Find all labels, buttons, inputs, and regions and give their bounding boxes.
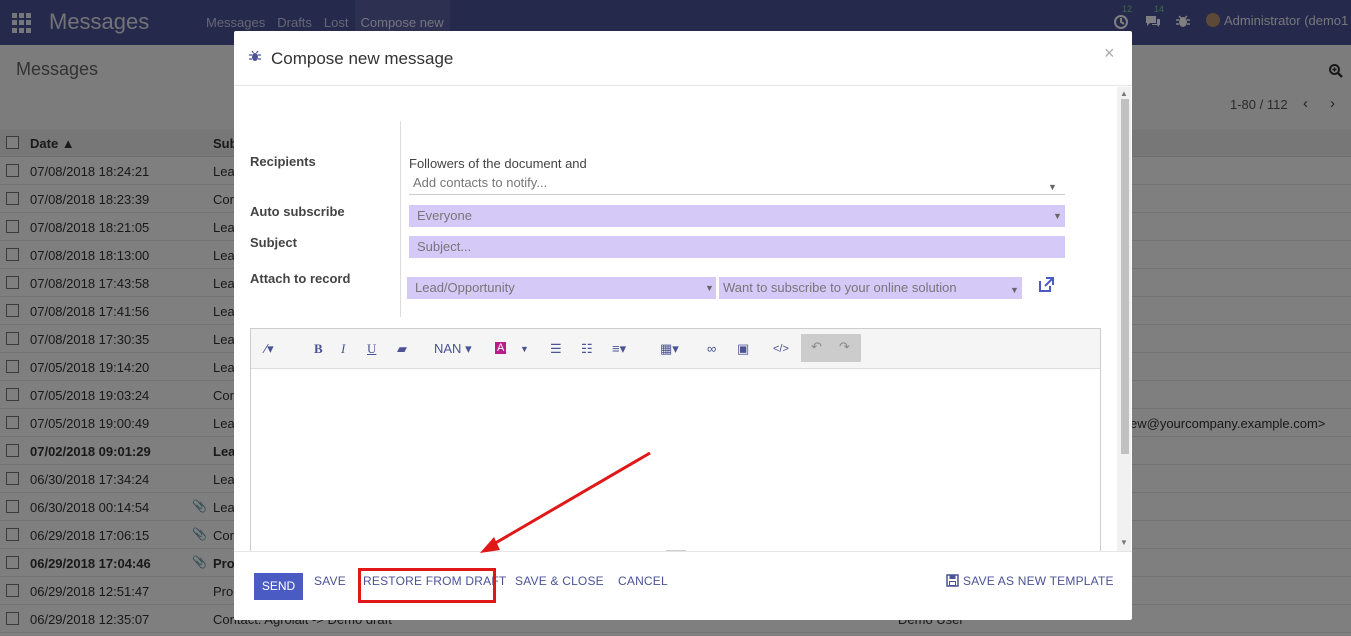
auto-subscribe-value: Everyone <box>417 208 472 223</box>
compose-dialog: Compose new message × Recipients Auto su… <box>234 31 1132 620</box>
save-button[interactable]: SAVE <box>314 574 346 588</box>
bold-icon[interactable]: B <box>314 341 323 357</box>
font-color-icon[interactable]: A <box>495 342 507 354</box>
subject-label: Subject <box>250 235 297 250</box>
magic-wand-icon[interactable]: ⁄▾ <box>265 341 274 357</box>
auto-subscribe-label: Auto subscribe <box>250 204 345 219</box>
dialog-body: Recipients Auto subscribe Subject Attach… <box>234 86 1132 551</box>
image-icon[interactable]: ▣ <box>737 341 749 357</box>
model-select[interactable]: Lead/Opportunity <box>407 277 716 299</box>
contacts-input[interactable]: Add contacts to notify... <box>409 173 1065 195</box>
italic-icon[interactable]: I <box>341 341 345 357</box>
bug-icon <box>249 50 261 61</box>
numbered-list-icon[interactable]: ☷ <box>581 341 593 357</box>
editor-toolbar: ⁄▾ B I U ▰ NAN ▾ A ▼ ☰ ☷ ≡▾ ▦▾ ∞ ▣ </> ↶… <box>251 329 1100 369</box>
auto-subscribe-select[interactable]: Everyone <box>409 205 1065 227</box>
scrollbar-thumb[interactable] <box>1121 99 1129 454</box>
code-view-icon[interactable]: </> <box>773 343 789 355</box>
label-divider <box>400 121 401 317</box>
scroll-up-icon[interactable]: ▲ <box>1120 89 1128 98</box>
table-icon[interactable]: ▦▾ <box>660 341 679 357</box>
subject-input[interactable]: Subject... <box>409 236 1065 258</box>
font-size-value: NAN <box>434 341 462 356</box>
chevron-down-icon[interactable]: ▼ <box>1048 182 1057 192</box>
font-size-dropdown[interactable]: NAN ▾ <box>434 341 472 357</box>
record-value: Want to subscribe to your online solutio… <box>723 280 957 295</box>
save-as-template-button[interactable]: SAVE AS NEW TEMPLATE <box>963 574 1114 588</box>
chevron-down-icon[interactable]: ▼ <box>1010 285 1019 295</box>
redo-icon[interactable]: ↷ <box>839 339 850 355</box>
external-link-icon[interactable] <box>1036 275 1056 295</box>
eraser-icon[interactable]: ▰ <box>397 341 407 357</box>
chevron-down-icon[interactable]: ▼ <box>1053 211 1062 221</box>
chevron-down-icon[interactable]: ▼ <box>705 283 714 293</box>
dialog-title: Compose new message <box>271 49 454 68</box>
followers-text: Followers of the document and <box>409 156 587 171</box>
bullet-list-icon[interactable]: ☰ <box>550 341 562 357</box>
recipients-label: Recipients <box>250 154 316 169</box>
chevron-down-icon[interactable]: ▼ <box>520 344 529 354</box>
undo-icon[interactable]: ↶ <box>811 339 822 355</box>
close-icon[interactable]: × <box>1104 43 1115 64</box>
html-editor[interactable]: ⁄▾ B I U ▰ NAN ▾ A ▼ ☰ ☷ ≡▾ ▦▾ ∞ ▣ </> ↶… <box>250 328 1101 551</box>
underline-icon[interactable]: U <box>367 341 376 357</box>
dialog-footer: SEND SAVE RESTORE FROM DRAFT SAVE & CLOS… <box>234 551 1132 620</box>
save-close-button[interactable]: SAVE & CLOSE <box>515 574 604 588</box>
floppy-disk-icon <box>946 574 959 587</box>
dialog-header: Compose new message × <box>234 31 1132 86</box>
align-icon[interactable]: ≡▾ <box>612 341 626 357</box>
undo-redo-group: ↶ ↷ <box>801 334 861 362</box>
cancel-button[interactable]: CANCEL <box>618 574 668 588</box>
send-button[interactable]: SEND <box>254 573 303 600</box>
model-value: Lead/Opportunity <box>415 280 515 295</box>
attach-label: Attach to record <box>250 271 351 286</box>
annotation-highlight-box <box>358 568 496 603</box>
link-icon[interactable]: ∞ <box>707 341 716 356</box>
scroll-down-icon[interactable]: ▼ <box>1120 538 1128 547</box>
record-select[interactable]: Want to subscribe to your online solutio… <box>719 277 1022 299</box>
